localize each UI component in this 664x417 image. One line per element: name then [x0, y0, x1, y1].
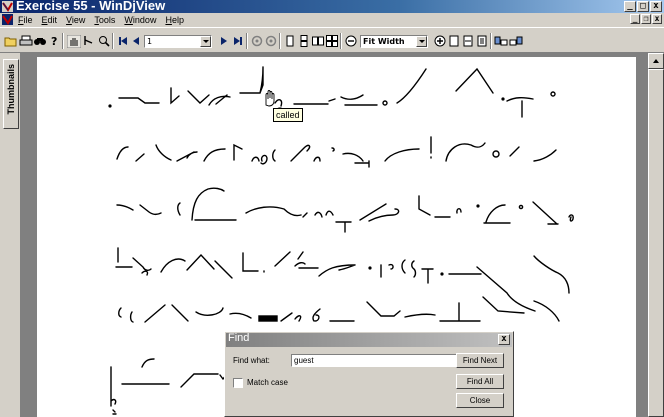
menu-tools[interactable]: Tools: [94, 13, 115, 27]
first-page-icon[interactable]: [116, 33, 130, 49]
find-dialog-title-bar[interactable]: Find x: [226, 332, 512, 347]
chevron-down-icon[interactable]: [200, 36, 211, 47]
windjview-app-icon[interactable]: [2, 1, 13, 12]
zoom-tool-icon[interactable]: [97, 33, 111, 49]
previous-page-icon[interactable]: [129, 33, 143, 49]
find-next-button[interactable]: Find Next: [456, 353, 504, 368]
toolbar-separator: [246, 33, 248, 49]
close-button[interactable]: x: [650, 1, 662, 12]
shorthand-row-3: [116, 187, 574, 233]
help-icon[interactable]: ?: [47, 33, 61, 49]
page-number-value: 1: [147, 37, 153, 46]
back-icon[interactable]: [250, 33, 264, 49]
find-dialog-title: Find: [228, 332, 250, 344]
svg-text:?: ?: [51, 35, 57, 47]
window-title: Exercise 55 - WinDjView: [16, 0, 166, 13]
toolbar: ? 1 Fit Width: [0, 27, 664, 53]
minimize-button[interactable]: _: [624, 1, 636, 12]
thumbnails-tab-label: Thumbnails: [6, 64, 16, 115]
find-icon[interactable]: [33, 33, 47, 49]
menu-bar: File Edit View Tools Window Help _ ❐ x: [0, 13, 664, 27]
toolbar-separator: [279, 33, 281, 49]
doc-close-button[interactable]: x: [652, 14, 662, 24]
find-dialog: Find x Find what: guest Match case Find …: [224, 331, 514, 417]
doc-minimize-button[interactable]: _: [630, 14, 640, 24]
find-all-button[interactable]: Find All: [456, 374, 504, 389]
print-icon[interactable]: [19, 33, 33, 49]
shorthand-row-6: [110, 358, 227, 415]
scroll-thumb[interactable]: [648, 69, 664, 417]
doc-restore-button[interactable]: ❐: [641, 14, 651, 24]
page-number-combo[interactable]: 1: [144, 35, 212, 48]
find-what-label: Find what:: [233, 356, 270, 365]
toolbar-separator: [340, 33, 342, 49]
vertical-scrollbar[interactable]: [648, 53, 664, 417]
menu-edit[interactable]: Edit: [42, 13, 58, 27]
toolbar-separator: [490, 33, 492, 49]
title-bar[interactable]: Exercise 55 - WinDjView _ □ x: [0, 0, 664, 13]
select-tool-icon[interactable]: [82, 33, 96, 49]
tooltip: called: [273, 108, 303, 122]
maximize-button[interactable]: □: [637, 1, 649, 12]
zoom-in-icon[interactable]: [433, 33, 447, 49]
rotate-left-icon[interactable]: [494, 33, 508, 49]
shorthand-row-4: [115, 247, 570, 312]
hand-tool-icon[interactable]: [67, 33, 81, 49]
menu-help[interactable]: Help: [165, 13, 184, 27]
toolbar-separator: [112, 33, 114, 49]
open-icon[interactable]: [4, 33, 18, 49]
zoom-value: Fit Width: [363, 37, 405, 46]
match-case-label: Match case: [247, 378, 288, 387]
sidebar: Thumbnails: [0, 53, 20, 417]
shorthand-row-1: [108, 66, 556, 118]
menu-view[interactable]: View: [66, 13, 85, 27]
continuous-icon[interactable]: [297, 33, 311, 49]
match-case-checkbox[interactable]: [233, 378, 243, 388]
menu-window[interactable]: Window: [124, 13, 156, 27]
zoom-out-icon[interactable]: [344, 33, 358, 49]
thumbnails-tab[interactable]: Thumbnails: [3, 59, 19, 129]
document-icon[interactable]: [2, 14, 13, 25]
chevron-down-icon[interactable]: [416, 36, 427, 47]
find-what-input[interactable]: guest: [291, 354, 469, 367]
facing-pages-icon[interactable]: [311, 33, 325, 49]
actual-size-icon[interactable]: [447, 33, 461, 49]
fit-page-icon[interactable]: [475, 33, 489, 49]
continuous-facing-icon[interactable]: [325, 33, 339, 49]
toolbar-separator: [62, 33, 64, 49]
hand-cursor-icon: [265, 90, 275, 107]
fit-width-icon[interactable]: [461, 33, 475, 49]
last-page-icon[interactable]: [231, 33, 245, 49]
find-close-button[interactable]: Close: [456, 393, 504, 408]
scroll-up-button[interactable]: [648, 53, 664, 69]
shorthand-row-5: [118, 296, 560, 323]
find-dialog-close-button[interactable]: x: [498, 334, 510, 345]
shorthand-row-2: [116, 136, 557, 168]
menu-file[interactable]: File: [18, 13, 33, 27]
zoom-combo[interactable]: Fit Width: [360, 35, 428, 48]
next-page-icon[interactable]: [217, 33, 231, 49]
single-page-icon[interactable]: [283, 33, 297, 49]
rotate-right-icon[interactable]: [509, 33, 523, 49]
forward-icon[interactable]: [264, 33, 278, 49]
